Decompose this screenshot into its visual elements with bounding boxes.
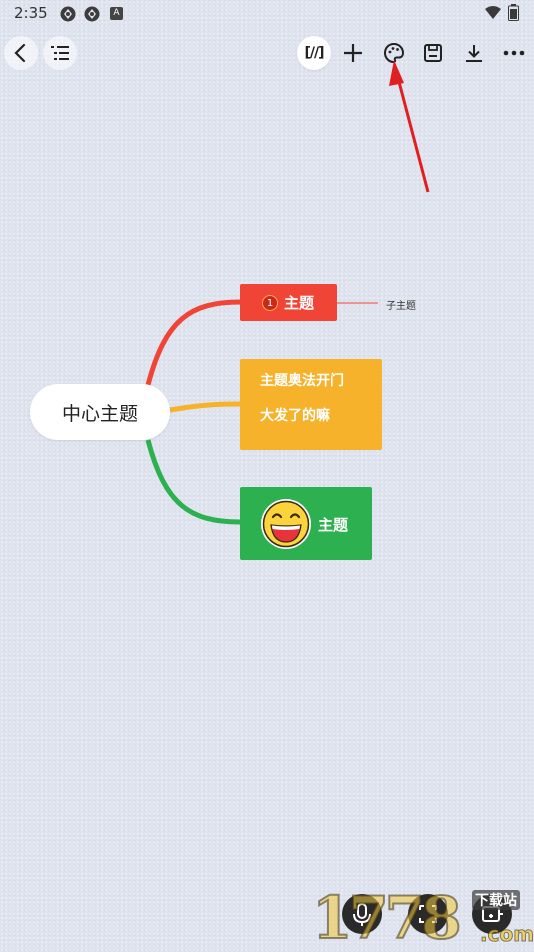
watermark-logo: 1778 下载站 .com — [311, 884, 534, 952]
branch-connectors — [145, 299, 378, 525]
priority-badge: 1 — [262, 295, 278, 311]
topic-node-red[interactable]: 主题 — [240, 284, 337, 321]
central-topic-node[interactable]: 中心主题 — [30, 384, 170, 440]
topic-node-green[interactable]: 主题 — [240, 487, 372, 560]
subtopic-node[interactable]: 子主题 — [386, 297, 416, 312]
watermark-number: 1778 — [311, 884, 462, 952]
laughing-emoji-icon — [261, 499, 311, 549]
topic-label: 主题 — [284, 294, 315, 312]
topic-node-yellow[interactable]: 主题奥法开门 大发了的嘛 — [240, 359, 382, 450]
watermark-site: 下载站 — [472, 890, 520, 910]
topic-label: 主题 — [318, 516, 349, 534]
watermark-domain: .com — [479, 922, 534, 947]
topic-line-2: 大发了的嘛 — [260, 408, 330, 424]
topic-line-1: 主题奥法开门 — [260, 373, 344, 389]
